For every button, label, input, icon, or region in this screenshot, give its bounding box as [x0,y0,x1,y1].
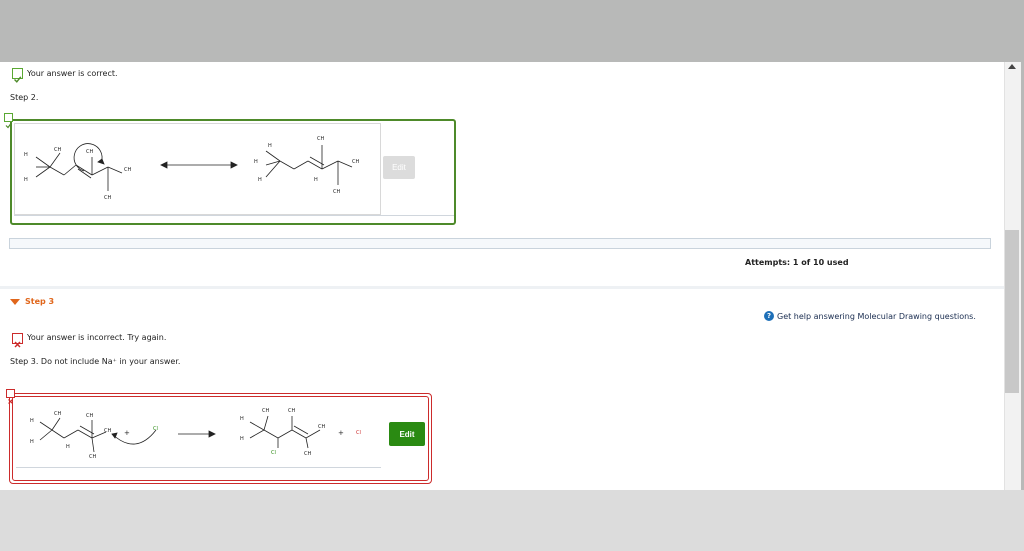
svg-text:+: + [124,429,130,437]
svg-text:H: H [314,177,318,183]
svg-text:H: H [30,418,34,424]
svg-text:CH: CH [352,159,359,165]
triangle-down-icon [10,298,20,305]
section-separator [0,286,1004,289]
svg-text:CH: CH [54,147,61,153]
svg-text:CH: CH [124,167,131,173]
svg-text:+: + [338,429,344,437]
svg-text:H: H [258,177,262,183]
svg-text:CH: CH [333,189,340,195]
step3-edit-button[interactable]: Edit [389,422,425,446]
help-link[interactable]: ? Get help answering Molecular Drawing q… [764,311,976,321]
svg-text:CH: CH [89,454,96,460]
svg-text:CH: CH [317,136,324,142]
svg-text:H: H [24,177,28,183]
svg-text:Cl: Cl [356,430,361,436]
svg-text:H: H [66,444,70,450]
step2-label: Step 2. [10,93,39,102]
divider [16,467,381,468]
svg-text:H: H [268,143,272,149]
x-icon [6,389,15,404]
svg-text:CH: CH [304,451,311,457]
svg-text:H: H [240,436,244,442]
svg-text:CH: CH [104,428,111,434]
svg-text:CH: CH [54,411,61,417]
step3-status: Your answer is incorrect. Try again. [27,333,167,342]
svg-text:H: H [30,439,34,445]
svg-text:CH: CH [288,408,295,414]
svg-text:H: H [254,159,258,165]
step2-edit-button[interactable]: Edit [383,156,415,179]
help-link-text: Get help answering Molecular Drawing que… [777,311,976,321]
step3-instruction: Step 3. Do not include Na⁺ in your answe… [10,357,181,366]
feedback-bar [9,238,991,249]
step3-reaction-structures: H H CH CH CH CH H H H CH CH CH CH + + Cl… [30,408,361,460]
divider [14,215,454,216]
scroll-up-icon[interactable] [1006,62,1018,72]
help-icon: ? [764,311,774,321]
x-icon [12,333,23,348]
attempts-counter: Attempts: 1 of 10 used [745,258,849,267]
svg-text:CH: CH [262,408,269,414]
step3-title: Step 3 [25,297,55,306]
svg-text:Cl: Cl [271,450,276,456]
svg-text:H: H [240,416,244,422]
svg-text:CH: CH [318,424,325,430]
svg-text:CH: CH [86,149,93,155]
bottom-bar [0,490,1024,551]
step3-header[interactable]: Step 3 [10,297,54,306]
check-icon [4,113,13,129]
scrollbar-thumb[interactable] [1005,230,1019,393]
svg-text:Cl: Cl [153,426,158,432]
top-browser-bar [0,0,1024,62]
svg-text:CH: CH [104,195,111,201]
step2-resonance-structures: H H CH CH CH CH H H H CH CH CH H [24,136,359,201]
svg-text:CH: CH [86,413,93,419]
svg-text:H: H [24,152,28,158]
check-icon [12,68,23,83]
step2-status: Your answer is correct. [27,69,118,78]
